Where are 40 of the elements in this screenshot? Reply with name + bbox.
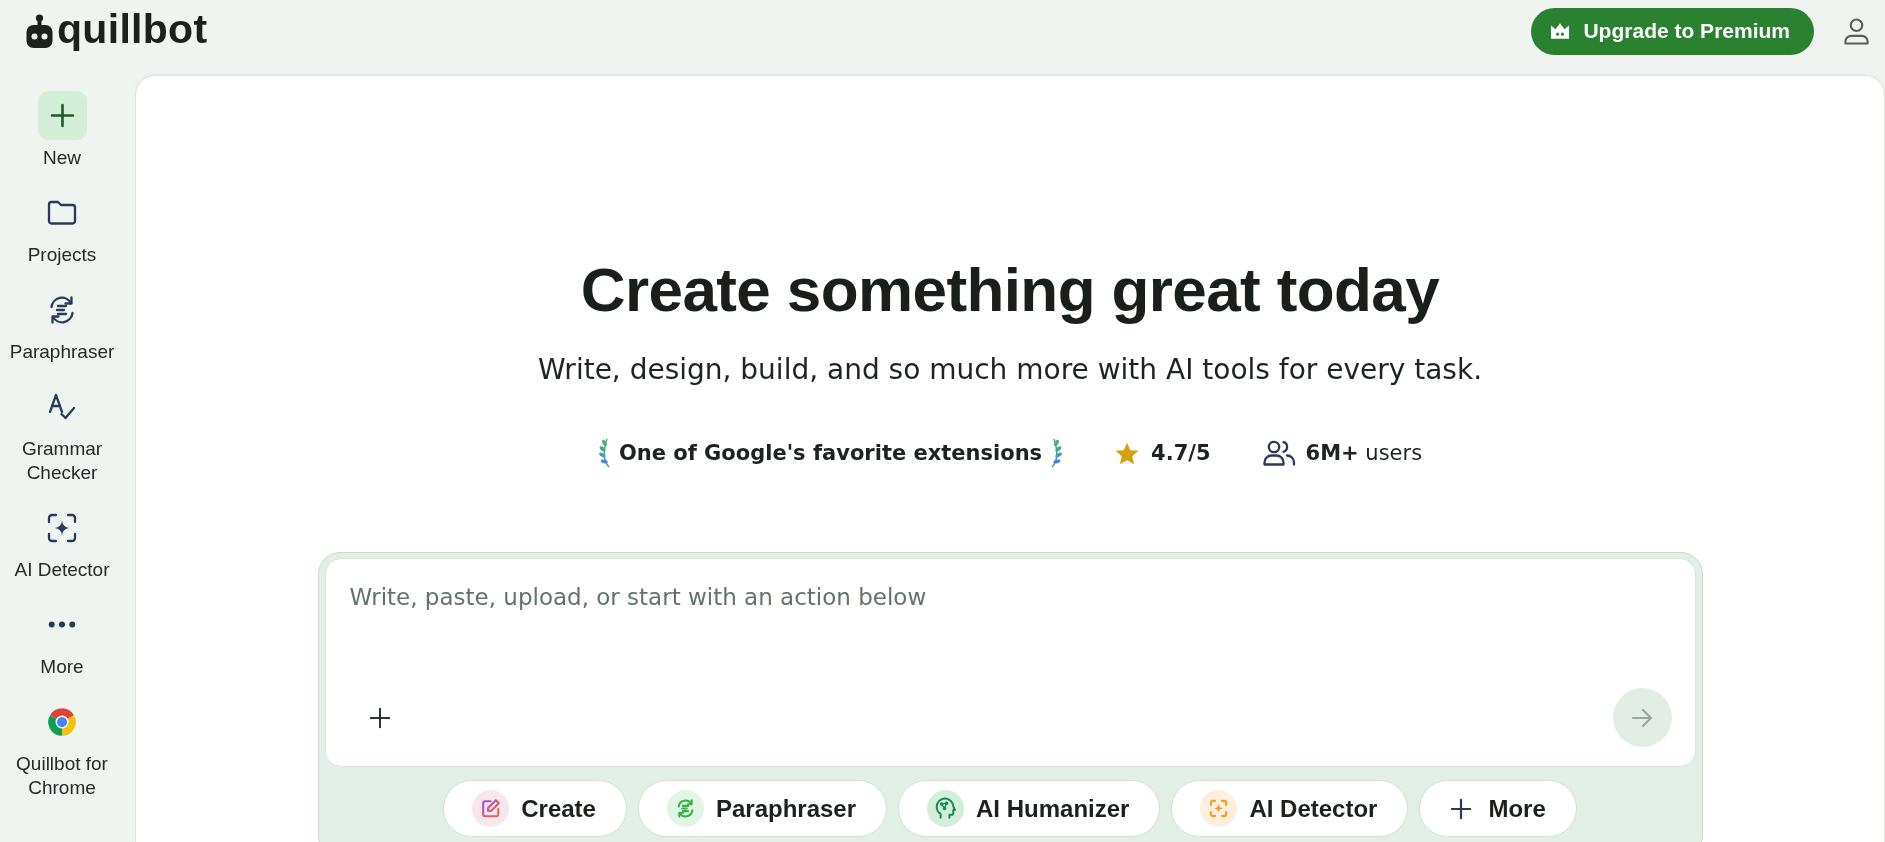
action-chip[interactable]: AI Detector (1171, 780, 1409, 837)
rating-text: 4.7/5 (1151, 440, 1211, 467)
users-icon (1262, 440, 1296, 466)
laurel-icon (597, 438, 612, 468)
sidebar-item[interactable]: Projects (0, 188, 124, 267)
page-heading: Create something great today (580, 254, 1440, 326)
spell-check-icon (47, 391, 77, 422)
scan-sparkle-icon (47, 512, 77, 543)
user-icon[interactable] (1844, 17, 1869, 45)
scan-sparkle-icon (1200, 790, 1238, 827)
award-text: One of Google's favorite extensions (618, 440, 1043, 467)
plus-icon (368, 706, 391, 729)
users-count-text: 6M+ users (1305, 440, 1423, 467)
sidebar-item[interactable]: More (0, 600, 124, 679)
edit-icon (472, 790, 510, 827)
plus-icon (1450, 797, 1473, 820)
new-button[interactable]: New (0, 91, 124, 170)
page-subtitle: Write, design, build, and so much more with AI tools for every task. (537, 352, 1483, 388)
home-logo-link[interactable]: quillbot (26, 13, 208, 49)
upgrade-button[interactable]: Upgrade to Premium (1531, 7, 1814, 55)
input-box[interactable]: Write, paste, upload, or start with an action below (324, 558, 1696, 767)
action-chip[interactable]: Paraphraser (637, 780, 888, 837)
robot-icon (26, 14, 53, 48)
star-icon (1115, 441, 1140, 465)
sidebar-item[interactable]: Grammar Checker (0, 382, 124, 485)
head-network-icon (927, 790, 965, 827)
browser-logo-icon (47, 706, 77, 737)
action-chip[interactable]: More (1419, 780, 1577, 837)
sidebar-item[interactable]: Quillbot for Chrome (0, 697, 124, 800)
prompt-field[interactable]: Write, paste, upload, or start with an action below (325, 559, 1695, 688)
action-chip[interactable]: Create (443, 780, 627, 837)
sidebar-item[interactable]: Paraphraser (0, 285, 124, 364)
plus-icon (37, 91, 87, 140)
crown-icon (1551, 23, 1570, 39)
sidebar-item[interactable]: AI Detector (0, 503, 124, 582)
laurel-icon (1049, 438, 1064, 468)
more-dots-icon (48, 621, 76, 628)
circular-arrows-icon (47, 294, 77, 325)
action-chip[interactable]: AI Humanizer (898, 780, 1161, 837)
circular-arrows-icon (666, 790, 704, 827)
